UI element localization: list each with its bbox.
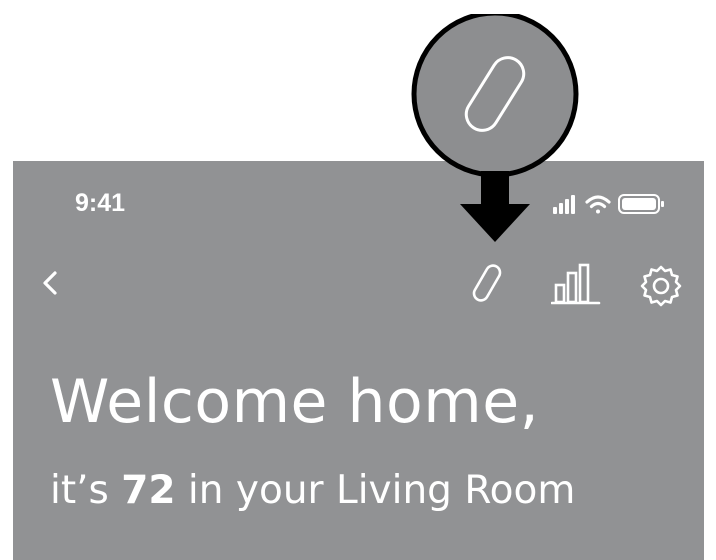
phone-screen: 9:41 Welcome home, it’s 72 in your Livin… — [13, 161, 704, 560]
chevron-left-icon[interactable] — [37, 265, 65, 301]
battery-icon — [618, 194, 664, 214]
arrow-down-icon — [460, 171, 530, 242]
link-icon[interactable] — [469, 263, 509, 305]
subtitle-prefix: it’s — [50, 468, 122, 513]
wifi-icon — [585, 195, 611, 214]
cropped-caption-text: · — [200, 0, 210, 10]
subtitle-suffix: in your Living Room — [175, 468, 576, 513]
callout-magnifier — [411, 14, 579, 242]
status-time: 9:41 — [75, 189, 126, 217]
gear-icon[interactable] — [639, 264, 683, 308]
temperature-value: 72 — [121, 468, 176, 513]
welcome-title: Welcome home, — [50, 367, 540, 437]
bar-chart-icon[interactable] — [551, 263, 601, 307]
welcome-subtitle: it’s 72 in your Living Room — [50, 468, 575, 513]
